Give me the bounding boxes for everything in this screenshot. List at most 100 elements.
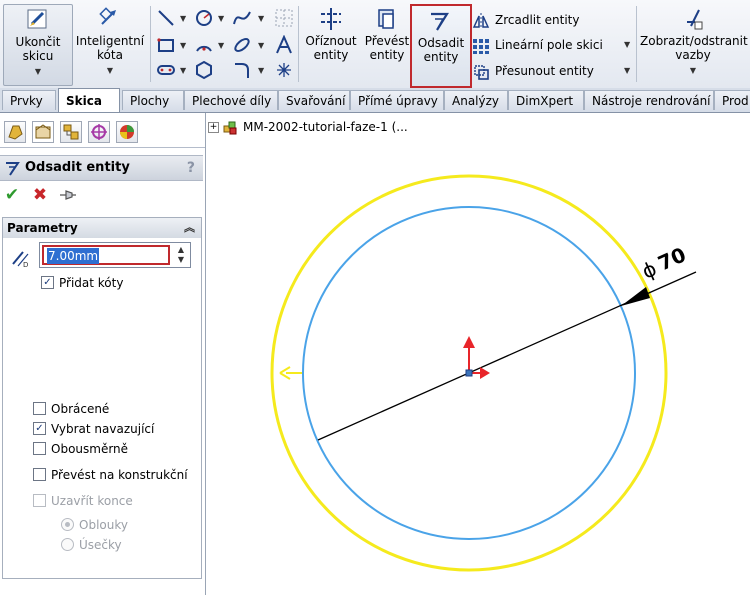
display-manager-tab-icon[interactable] [116,121,138,143]
spin-arrows[interactable]: ▲ ▼ [174,245,188,265]
diameter-dimension-text[interactable]: ϕ 70 [638,242,689,283]
checkbox-box[interactable] [33,442,46,455]
smart-dimension-icon [96,6,124,32]
slot-tool-icon[interactable] [156,60,176,80]
manager-tabs [0,117,205,148]
exit-sketch-label: Ukončit skicu [15,35,61,63]
cancel-x-icon[interactable]: ✖ [30,185,50,205]
offset-distance-value-box[interactable]: 7.00mm [42,245,170,265]
bidirectional-checkbox[interactable]: Obousměrně [33,440,128,458]
exit-sketch-icon [24,7,52,33]
trim-entities-button[interactable]: Oříznout entity [304,4,358,84]
ellipse-tool-icon[interactable] [232,35,252,55]
tab-sheet-metal[interactable]: Plechové díly [184,90,278,110]
cap-lines-radio: Úsečky [61,536,122,554]
tab-sketch[interactable]: Skica [58,88,120,112]
linear-pattern-icon [472,37,490,55]
chevron-down-icon[interactable]: ▼ [624,34,630,56]
tab-weldments[interactable]: Svařování [278,90,350,110]
chevron-down-icon[interactable]: ▼ [180,66,186,75]
reverse-checkbox[interactable]: Obrácené [33,400,109,418]
sketch-canvas[interactable]: ϕ 70 [206,140,750,595]
trim-icon [317,6,345,32]
tab-products[interactable]: Prod [714,90,750,110]
command-manager-tabs: Prvky Skica Plochy Plechové díly Svařová… [0,88,750,113]
spline-tool-icon[interactable] [232,8,252,28]
mirror-label: Zrcadlit entity [495,13,580,27]
offset-entities-button[interactable]: Odsadit entity [410,4,472,88]
bidirectional-label: Obousměrně [51,442,129,456]
add-dimensions-checkbox[interactable]: ✓ Přidat kóty [41,274,123,292]
collapse-chevron-icon[interactable]: ︽ [184,218,195,238]
chevron-down-icon[interactable]: ▼ [258,41,264,50]
chevron-down-icon[interactable]: ▼ [74,64,146,78]
point-tool-icon[interactable] [274,60,294,80]
checkbox-box [33,494,46,507]
feature-tree-flyout[interactable]: + MM-2002-tutorial-faze-1 (... [208,117,408,137]
convert-entities-button[interactable]: Převést entity [360,4,414,84]
chevron-down-icon[interactable]: ▼ [258,66,264,75]
configuration-manager-tab-icon[interactable] [60,121,82,143]
assembly-icon [223,121,237,135]
pushpin-icon[interactable] [58,185,78,205]
dimension-arrowhead [621,287,650,306]
display-delete-relations-button[interactable]: Zobrazit/odstranit vazby ▼ [640,4,748,84]
checkbox-box[interactable]: ✓ [33,422,46,435]
ok-check-icon[interactable]: ✔ [2,185,22,205]
command-manager: Ukončit skicu ▼ Inteligentní kóta ▼ ▼ ▼ … [0,0,750,89]
parameters-label: Parametry [7,221,78,235]
linear-pattern-button[interactable]: Lineární pole skici ▼ [472,34,630,56]
chevron-down-icon[interactable]: ▼ [218,41,224,50]
fillet-tool-icon[interactable] [232,60,252,80]
tab-dimxpert[interactable]: DimXpert [508,90,584,110]
chevron-down-icon[interactable]: ▼ [624,60,630,82]
dimxpert-manager-tab-icon[interactable] [88,121,110,143]
svg-text:D: D [23,261,28,268]
mirror-entities-button[interactable]: Zrcadlit entity [472,9,579,31]
checkbox-box[interactable] [33,468,46,481]
polygon-tool-icon[interactable] [194,60,214,80]
confirmation-row: ✔ ✖ [0,183,205,207]
grid-tool-icon[interactable] [274,8,294,28]
diameter-value: 70 [654,242,689,275]
feature-manager-tab-icon[interactable] [4,121,26,143]
offset-icon [427,8,455,34]
tab-direct-editing[interactable]: Přímé úpravy [350,90,444,110]
chevron-down-icon[interactable]: ▼ [258,14,264,23]
help-icon[interactable]: ? [187,156,195,180]
text-tool-icon[interactable] [274,34,294,55]
tab-surfaces[interactable]: Plochy [122,90,184,110]
chevron-down-icon[interactable]: ▼ [180,41,186,50]
chevron-down-icon[interactable]: ▼ [218,14,224,23]
make-construction-label: Převést na konstrukční [51,468,188,482]
property-manager-tab-icon[interactable] [32,121,54,143]
arc-tool-icon[interactable] [194,35,214,55]
offset-distance-icon: D [9,246,31,269]
move-label: Přesunout entity [495,64,594,78]
move-entities-button[interactable]: Přesunout entity ▼ [472,60,630,82]
smart-dimension-button[interactable]: Inteligentní kóta ▼ [74,4,146,84]
make-construction-checkbox[interactable]: Převést na konstrukční [33,466,188,484]
parameters-header[interactable]: Parametry ︽ [3,218,201,238]
checkbox-box[interactable]: ✓ [41,276,54,289]
tab-features[interactable]: Prvky [2,90,56,110]
exit-sketch-button[interactable]: Ukončit skicu ▼ [3,4,73,86]
select-chain-checkbox[interactable]: ✓ Vybrat navazující [33,420,154,438]
radio-dot [61,518,74,531]
part-name: MM-2002-tutorial-faze-1 (... [243,120,408,134]
tab-evaluate[interactable]: Analýzy [444,90,508,110]
line-tool-icon[interactable] [156,8,176,28]
circle-tool-icon[interactable] [194,8,214,28]
chevron-down-icon[interactable]: ▼ [4,65,72,79]
chevron-down-icon[interactable]: ▼ [640,64,746,78]
expand-plus-icon[interactable]: + [208,122,219,133]
sketch-origin-icon [463,336,490,379]
graphics-area[interactable]: ϕ 70 [206,140,750,595]
checkbox-box[interactable] [33,402,46,415]
tab-render-tools[interactable]: Nástroje rendrování [584,90,714,110]
rectangle-tool-icon[interactable] [156,35,176,55]
cap-ends-label: Uzavřít konce [51,494,133,508]
offset-distance-field[interactable]: 7.00mm ▲ ▼ [39,242,191,268]
chevron-down-icon[interactable]: ▼ [180,14,186,23]
property-manager-panel: Odsadit entity ? ✔ ✖ Parametry ︽ D 7.00m… [0,113,206,595]
